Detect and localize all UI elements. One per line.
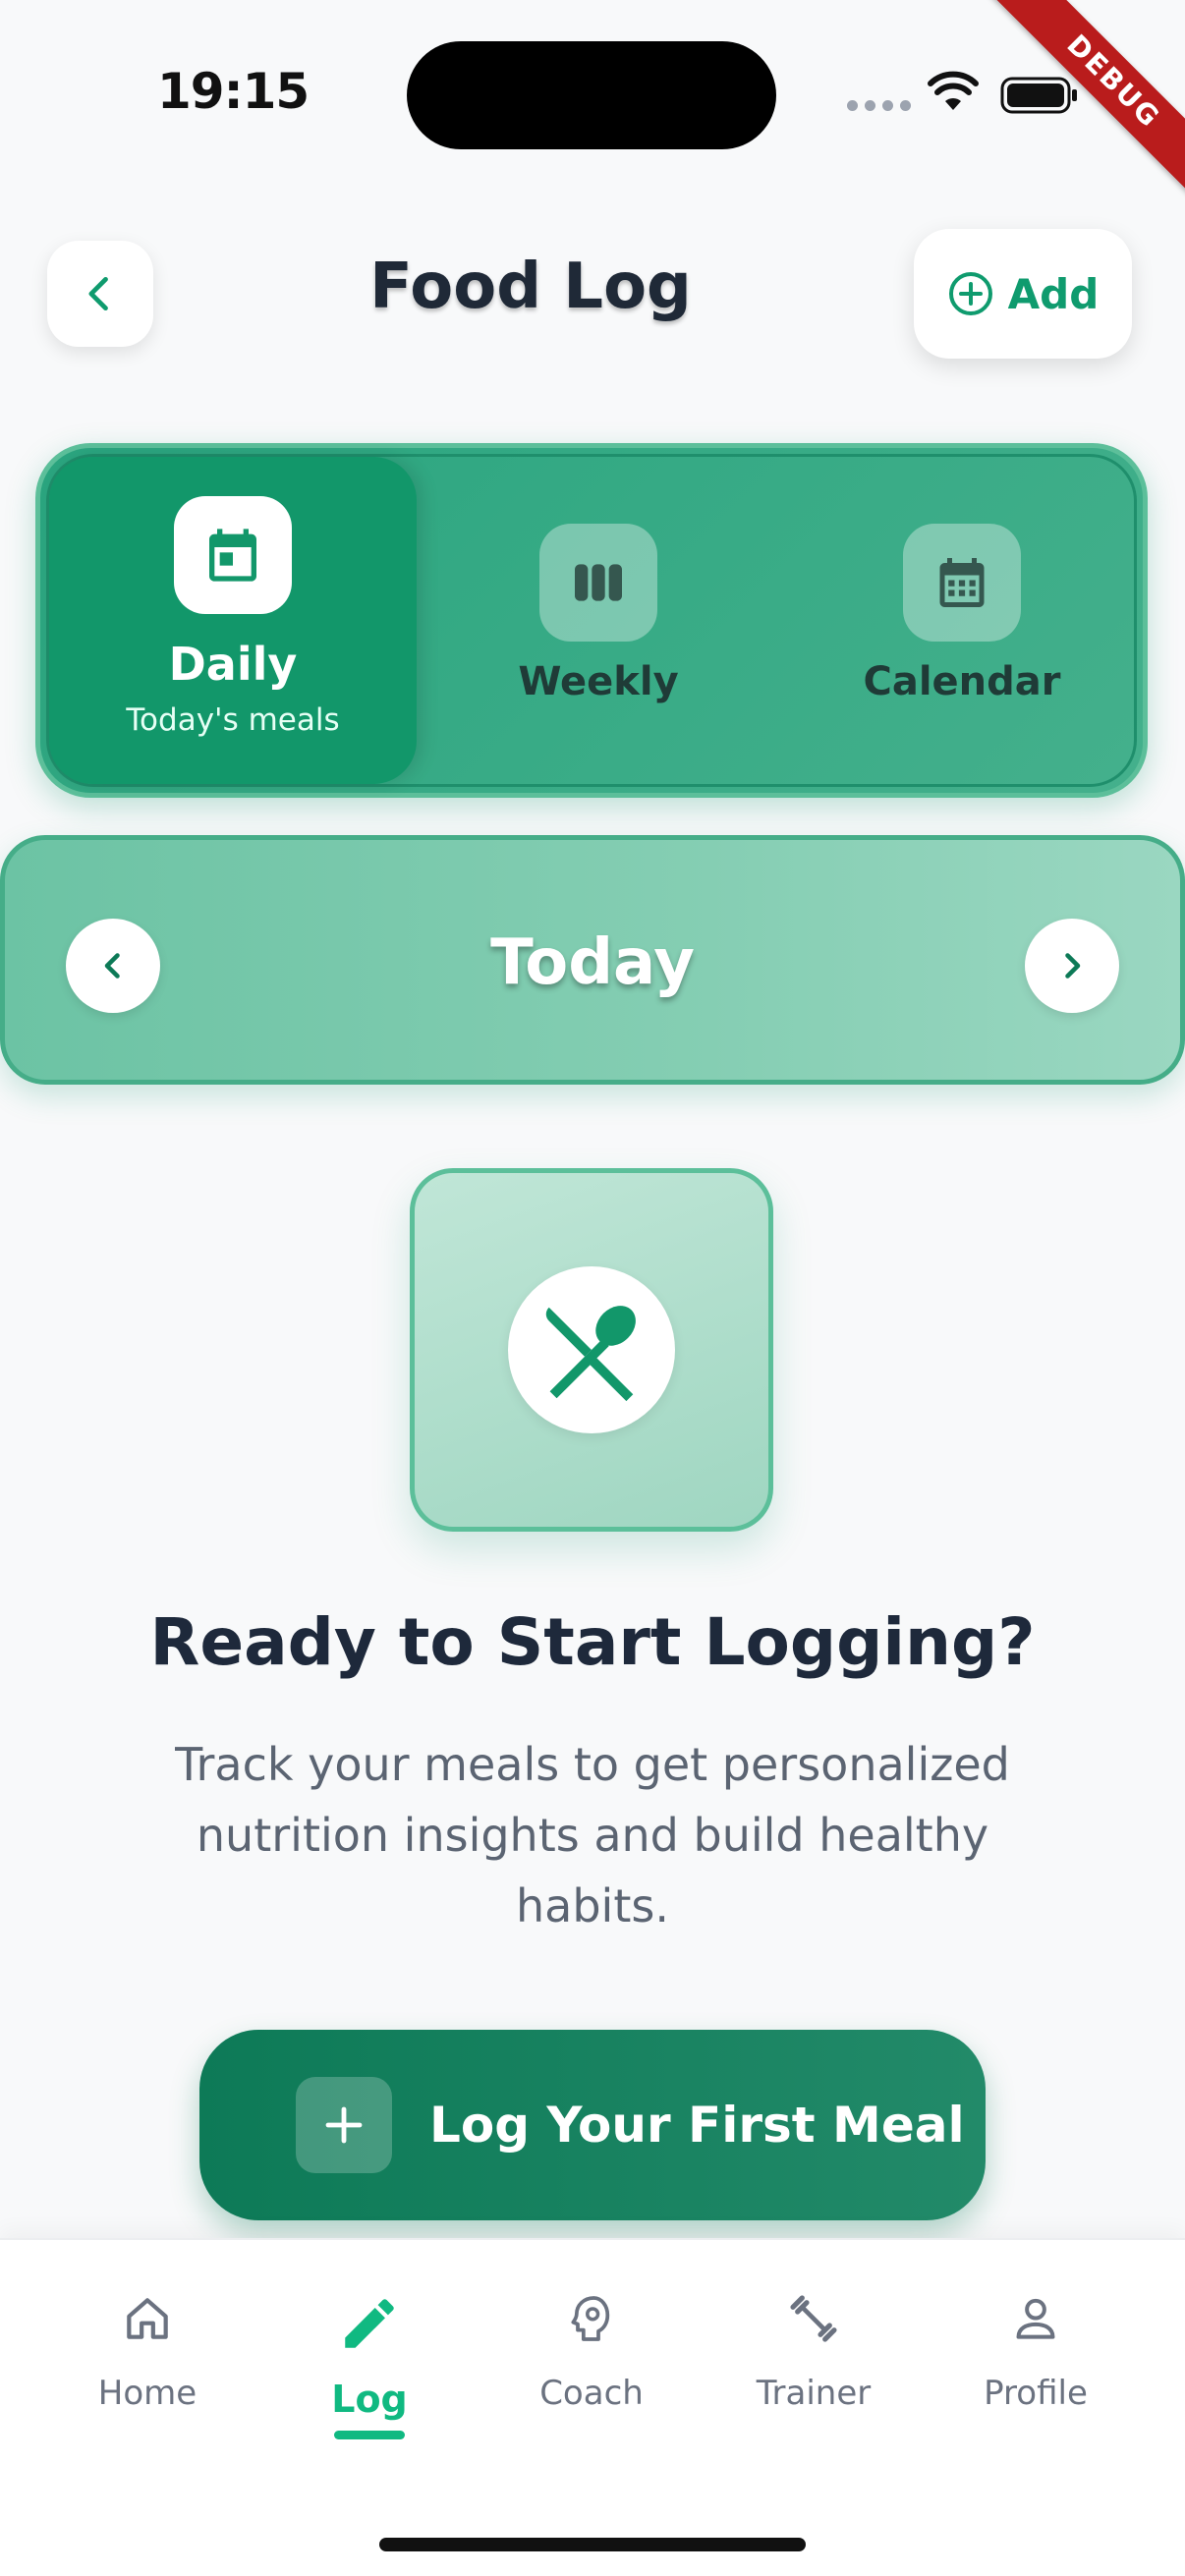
- view-mode-switch: Daily Today's meals Weekly Calendar: [35, 443, 1148, 798]
- calendar-today-icon: [209, 529, 256, 582]
- nav-label-trainer: Trainer: [756, 2374, 872, 2413]
- tab-daily-sublabel: Today's meals: [126, 702, 340, 738]
- nav-label-log: Log: [331, 2378, 408, 2421]
- tab-calendar[interactable]: Calendar: [780, 457, 1144, 784]
- nav-item-trainer[interactable]: Trainer: [715, 2291, 912, 2413]
- tab-daily-label: Daily: [168, 638, 298, 691]
- brain-head-icon: [571, 2296, 610, 2341]
- edit-pencil-icon: [345, 2299, 394, 2348]
- tab-weekly[interactable]: Weekly: [417, 457, 780, 784]
- log-first-meal-button[interactable]: Log Your First Meal: [199, 2030, 986, 2220]
- wifi-icon: [928, 71, 979, 110]
- add-button-label: Add: [1007, 269, 1100, 318]
- next-day-button[interactable]: [1025, 919, 1119, 1013]
- current-date-label: Today: [490, 926, 695, 999]
- tab-daily[interactable]: Daily Today's meals: [49, 457, 417, 784]
- empty-state-title: Ready to Start Logging?: [149, 1604, 1036, 1680]
- dynamic-island: [407, 41, 776, 149]
- empty-state-illustration: [410, 1168, 773, 1532]
- person-icon: [1016, 2298, 1055, 2339]
- date-navigator: Today: [0, 835, 1185, 1085]
- log-first-meal-label: Log Your First Meal: [429, 2097, 965, 2154]
- nav-label-coach: Coach: [539, 2374, 644, 2413]
- nav-item-profile[interactable]: Profile: [937, 2291, 1134, 2413]
- cellular-signal-icon: [847, 100, 911, 111]
- page-title: Food Log: [369, 251, 692, 323]
- nav-label-profile: Profile: [984, 2374, 1088, 2413]
- view-week-icon: [575, 564, 622, 601]
- nav-item-coach[interactable]: Coach: [493, 2291, 690, 2413]
- add-button[interactable]: Add: [914, 229, 1132, 359]
- status-time: 19:15: [157, 63, 310, 120]
- nav-item-log[interactable]: Log: [271, 2291, 468, 2439]
- home-icon: [127, 2298, 168, 2339]
- active-tab-indicator: [334, 2431, 405, 2439]
- tab-weekly-label: Weekly: [518, 659, 679, 704]
- tab-calendar-label: Calendar: [863, 659, 1061, 704]
- battery-icon: [1000, 77, 1077, 114]
- nav-label-home: Home: [97, 2374, 198, 2413]
- add-circle-icon: [948, 272, 992, 315]
- nav-item-home[interactable]: Home: [49, 2291, 246, 2413]
- empty-state-description: Track your meals to get personalized nut…: [175, 1738, 1010, 1932]
- calendar-month-icon: [939, 558, 985, 607]
- bottom-navigation: Home Log Coach Trainer Profile: [0, 2238, 1185, 2576]
- restaurant-icon: [545, 1306, 636, 1402]
- plus-icon: [296, 2077, 392, 2173]
- home-indicator[interactable]: [379, 2538, 806, 2551]
- dumbbell-icon: [790, 2295, 837, 2342]
- chevron-right-icon: [1065, 953, 1081, 979]
